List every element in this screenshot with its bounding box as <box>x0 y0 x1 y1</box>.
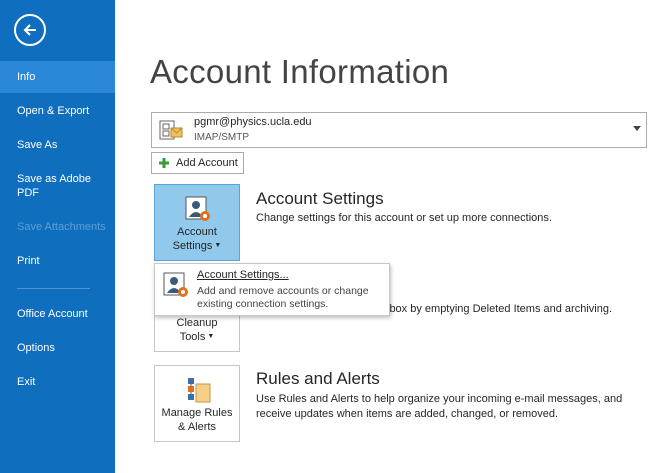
account-settings-description: Change settings for this account or set … <box>256 212 552 224</box>
nav-office-account[interactable]: Office Account <box>0 307 115 321</box>
rules-alerts-heading: Rules and Alerts <box>256 369 380 388</box>
rules-alerts-icon <box>188 378 211 403</box>
nav-save-attachments: Save Attachments <box>17 221 106 233</box>
nav-options[interactable]: Options <box>0 341 115 355</box>
account-type: IMAP/SMTP <box>194 132 250 143</box>
nav-separator <box>17 288 90 289</box>
account-settings-heading: Account Settings <box>256 189 384 208</box>
account-settings-menu: Account Settings... Add and remove accou… <box>154 263 390 316</box>
back-button[interactable] <box>14 14 46 46</box>
cleanup-tile-line1: Cleanup <box>176 317 218 329</box>
account-settings-tile[interactable]: Account Settings ▼ <box>154 184 240 261</box>
account-email: pgmr@physics.ucla.edu <box>194 116 312 128</box>
back-arrow-icon <box>23 24 36 36</box>
add-account-button[interactable]: Add Account <box>151 152 244 174</box>
add-account-label: Add Account <box>176 157 238 169</box>
caret-down-icon: ▼ <box>214 242 222 250</box>
rules-alerts-description: Use Rules and Alerts to help organize yo… <box>256 393 623 420</box>
manage-rules-tile-line2: & Alerts <box>178 421 216 433</box>
backstage-sidebar: Info Open & Export Save As Save as Adobe… <box>0 0 115 473</box>
manage-rules-tile-line1: Manage Rules <box>161 407 233 419</box>
account-selector[interactable]: pgmr@physics.ucla.edu IMAP/SMTP <box>151 112 647 148</box>
account-settings-tile-line2-wrap: Settings ▼ <box>155 239 239 253</box>
nav-print[interactable]: Print <box>0 254 115 268</box>
plus-icon <box>159 158 169 168</box>
account-settings-tile-line2: Settings <box>172 240 213 252</box>
manage-rules-tile[interactable]: Manage Rules & Alerts <box>154 365 240 442</box>
account-settings-tile-line1: Account <box>177 226 217 238</box>
mail-account-icon <box>159 120 183 140</box>
account-settings-icon <box>185 196 210 221</box>
account-settings-icon <box>163 272 188 297</box>
nav-save-as[interactable]: Save As <box>0 138 115 152</box>
caret-down-icon: ▼ <box>207 333 215 341</box>
cleanup-description: lbox by emptying Deleted Items and archi… <box>387 303 613 315</box>
nav-open-export[interactable]: Open & Export <box>0 104 115 118</box>
cleanup-tile-line2-wrap: Tools ▼ <box>155 330 239 344</box>
menu-item-account-settings[interactable]: Account Settings... <box>197 269 289 281</box>
nav-save-as-adobe-pdf[interactable]: Save as Adobe PDF <box>0 172 95 200</box>
cleanup-tile-line2: Tools <box>179 331 206 343</box>
nav-exit[interactable]: Exit <box>0 375 115 389</box>
page-title: Account Information <box>150 53 450 90</box>
chevron-down-icon <box>633 126 641 131</box>
menu-item-description: Add and remove accounts or change existi… <box>197 285 369 310</box>
nav-info[interactable]: Info <box>0 61 115 93</box>
